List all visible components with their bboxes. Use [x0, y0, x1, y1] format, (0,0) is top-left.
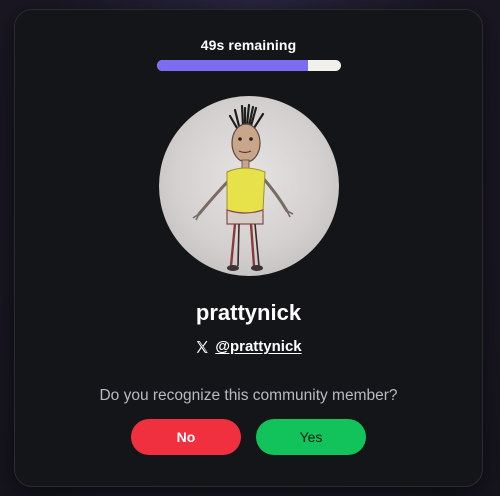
profile-username: prattynick — [195, 300, 302, 325]
recognition-card: 49s remaining prattynick @prattynick Do … — [14, 9, 483, 487]
social-handle-row: @prattynick — [15, 338, 482, 355]
timer-progress-bar — [157, 60, 341, 71]
avatar-drawing — [192, 103, 294, 271]
timer-label: 49s remaining — [200, 37, 297, 53]
recognition-question: Do you recognize this community member? — [99, 387, 398, 404]
timer-progress-fill — [157, 60, 308, 71]
x-logo-icon — [195, 340, 209, 354]
profile-handle-link[interactable]: @prattynick — [215, 338, 301, 355]
no-button[interactable]: No — [131, 419, 241, 455]
avatar — [159, 96, 339, 276]
yes-button[interactable]: Yes — [256, 419, 366, 455]
